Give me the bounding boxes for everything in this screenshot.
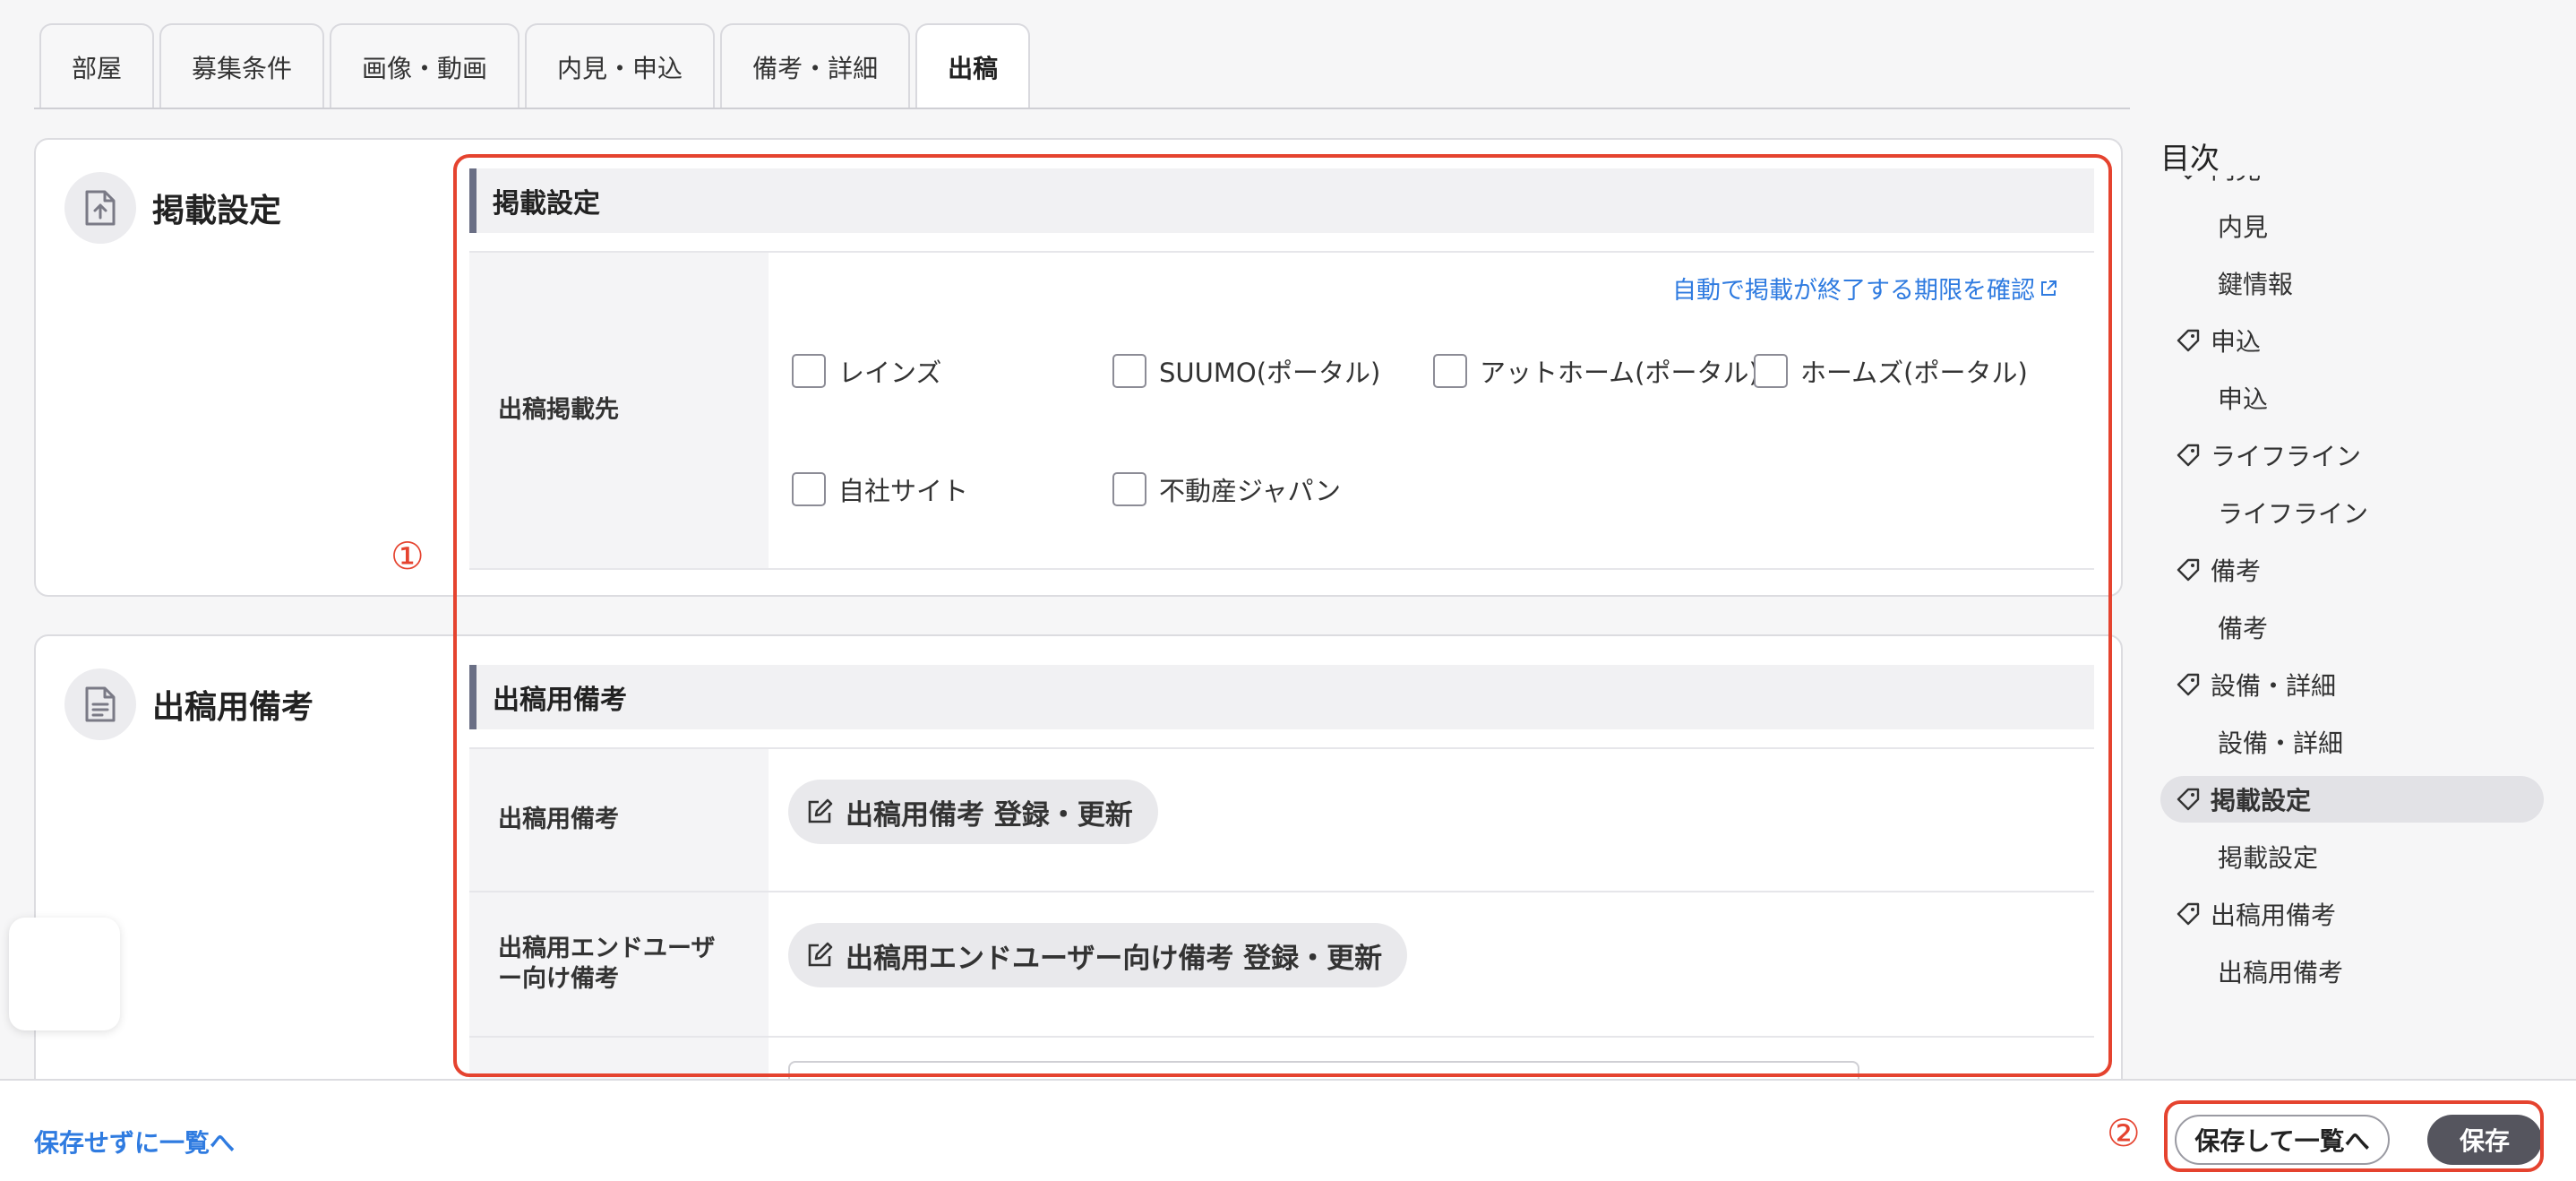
- toc-item[interactable]: 設備・詳細: [2160, 713, 2544, 771]
- tag-icon: [2177, 673, 2200, 696]
- tab-divider: [34, 108, 2130, 109]
- toc-label: 設備・詳細: [2218, 728, 2344, 758]
- toc-item[interactable]: 申込: [2160, 312, 2544, 369]
- toc-label: 鍵情報: [2218, 270, 2294, 299]
- tag-icon: [2177, 902, 2200, 926]
- toc-label: 出稿用備考: [2211, 901, 2337, 930]
- toc-item[interactable]: 備考: [2160, 541, 2544, 599]
- toc-item[interactable]: 鍵情報: [2160, 254, 2544, 312]
- toc-item[interactable]: 申込: [2160, 369, 2544, 427]
- toc-item[interactable]: 設備・詳細: [2160, 656, 2544, 713]
- back-without-saving-link[interactable]: 保存せずに一覧へ: [34, 1124, 235, 1159]
- tag-icon: [2177, 788, 2200, 811]
- annotation-number-2: ②: [2107, 1111, 2141, 1155]
- card-title: 出稿用備考: [152, 689, 314, 726]
- card-title: 掲載設定: [152, 193, 282, 229]
- toc-item[interactable]: ライフライン: [2160, 427, 2544, 484]
- toc-item[interactable]: 出稿用備考: [2160, 943, 2544, 1000]
- tab-images-videos[interactable]: 画像・動画: [330, 23, 520, 109]
- toc-label: 設備・詳細: [2211, 671, 2337, 701]
- toc-label: 掲載設定: [2218, 843, 2319, 873]
- toc-item[interactable]: 出稿用備考: [2160, 885, 2544, 943]
- card-header: 出稿用備考: [64, 668, 313, 740]
- toc-label: 掲載設定: [2211, 786, 2312, 815]
- toc-label: 備考: [2218, 614, 2269, 643]
- annotation-frame-1: [453, 154, 2112, 1077]
- toc-label: 内見: [2218, 212, 2269, 242]
- upload-file-icon: [64, 172, 136, 244]
- card-header: 掲載設定: [64, 172, 281, 244]
- tab-publish[interactable]: 出稿: [915, 23, 1031, 109]
- toc-label: 申込: [2218, 384, 2269, 414]
- toc-item[interactable]: 内見: [2160, 197, 2544, 254]
- tag-icon: [2177, 444, 2200, 467]
- tab-notes-details[interactable]: 備考・詳細: [720, 23, 911, 109]
- toc-title: 目次: [2160, 141, 2220, 176]
- annotation-frame-2: [2164, 1100, 2544, 1172]
- toc-label: 内見: [2211, 176, 2261, 186]
- tag-icon: [2177, 329, 2200, 352]
- toc-item[interactable]: 掲載設定: [2160, 828, 2544, 885]
- tab-room[interactable]: 部屋: [39, 23, 155, 109]
- toc-label: ライフライン: [2211, 442, 2362, 471]
- toc-item[interactable]: ライフライン: [2160, 484, 2544, 541]
- tag-icon: [2177, 558, 2200, 582]
- toc-item-active[interactable]: 掲載設定: [2160, 776, 2544, 823]
- floating-widget[interactable]: [9, 918, 120, 1030]
- toc-item[interactable]: 内見: [2160, 176, 2544, 197]
- tab-viewing-application[interactable]: 内見・申込: [525, 23, 716, 109]
- tab-recruitment-conditions[interactable]: 募集条件: [159, 23, 325, 109]
- toc-item[interactable]: 備考: [2160, 599, 2544, 656]
- tab-bar: 部屋 募集条件 画像・動画 内見・申込 備考・詳細 出稿: [39, 23, 1035, 109]
- document-icon: [64, 668, 136, 740]
- toc-label: ライフライン: [2218, 499, 2369, 529]
- toc-label: 出稿用備考: [2218, 958, 2344, 987]
- annotation-number-1: ①: [391, 534, 425, 578]
- toc-label: 備考: [2211, 556, 2262, 586]
- tag-icon: [2184, 176, 2193, 180]
- table-of-contents: 内見 内見 鍵情報 申込 申込 ライフライン ライフライン 備考 備考 設備・詳…: [2160, 176, 2544, 1018]
- toc-label: 申込: [2211, 327, 2262, 357]
